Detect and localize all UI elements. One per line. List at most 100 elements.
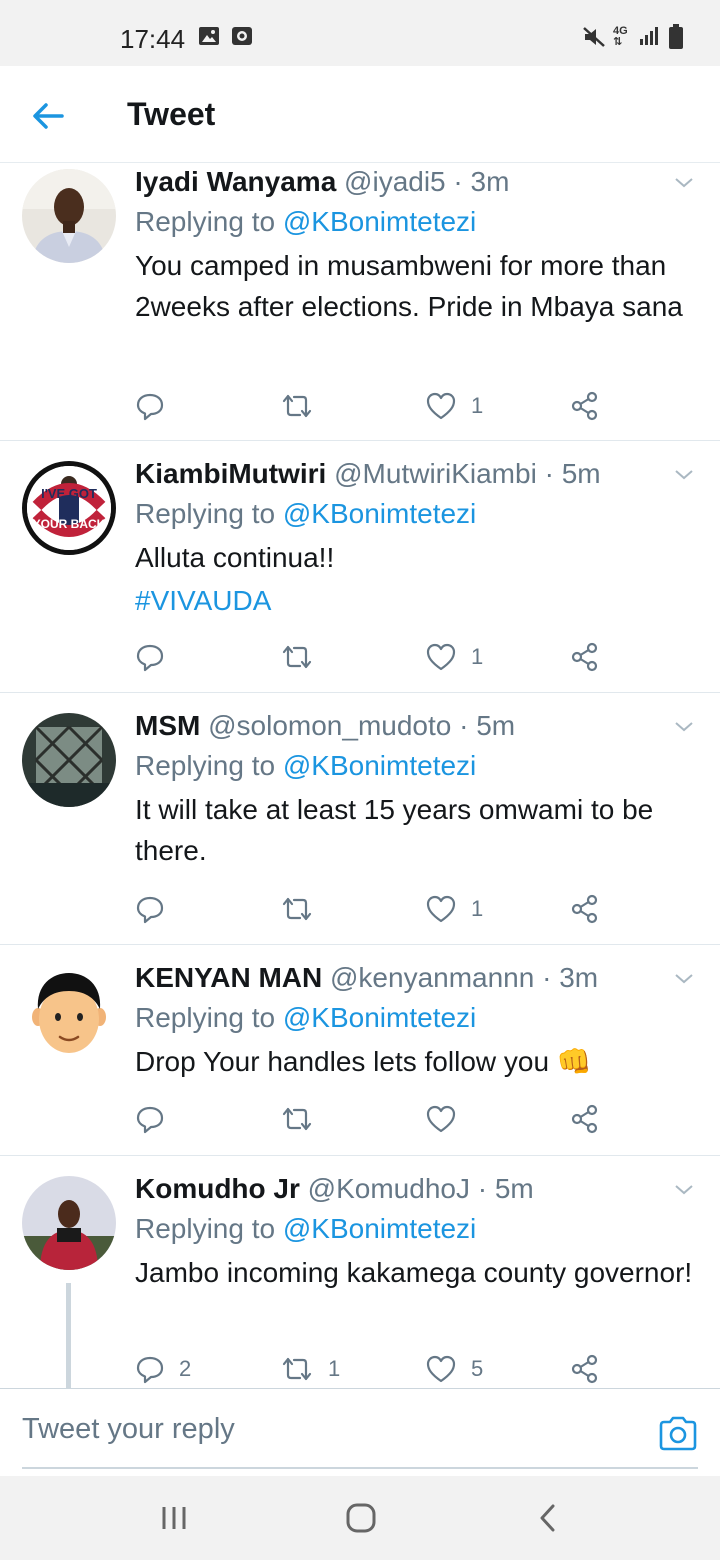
tweet-content: KiambiMutwiri @MutwiriKiambi · 5m Replyi…: [135, 455, 700, 621]
share-icon: [571, 391, 598, 421]
avatar[interactable]: [22, 169, 116, 263]
avatar[interactable]: I'VE GOT YOUR BACK: [22, 461, 116, 555]
retweet-icon: [282, 1107, 312, 1131]
mention-link[interactable]: @KBonimtetezi: [283, 206, 476, 237]
network-type: 4G ⇅: [613, 25, 628, 48]
reply-feed[interactable]: Iyadi Wanyama @iyadi5 · 3m Replying to @…: [0, 163, 720, 1388]
author-name[interactable]: KiambiMutwiri: [135, 458, 326, 489]
mute-icon: [583, 27, 605, 47]
reply-input[interactable]: Tweet your reply: [22, 1413, 235, 1446]
share-button[interactable]: [570, 386, 600, 426]
tweet-card[interactable]: Komudho Jr @KomudhoJ · 5m Replying to @K…: [0, 1156, 720, 1388]
tweet-card[interactable]: MSM @solomon_mudoto · 5m Replying to @KB…: [0, 693, 720, 945]
reply-icon: [136, 1356, 164, 1384]
tweet-actions: [135, 1099, 615, 1139]
tweet-time: 5m: [476, 710, 516, 741]
author-name[interactable]: Komudho Jr: [135, 1173, 300, 1204]
replying-to: Replying to @KBonimtetezi: [135, 498, 477, 529]
author-handle[interactable]: @solomon_mudoto: [208, 710, 451, 741]
status-bar: 17:44 4G ⇅: [0, 0, 720, 66]
author-name[interactable]: MSM: [135, 710, 200, 741]
like-button[interactable]: [425, 1099, 471, 1139]
tweet-text: You camped in musambweni for more than 2…: [135, 250, 683, 322]
chevron-down-icon[interactable]: [672, 967, 696, 991]
retweet-button[interactable]: [280, 889, 328, 929]
top-app-bar: Tweet: [0, 66, 720, 163]
share-button[interactable]: [570, 1099, 600, 1139]
like-button[interactable]: 1: [425, 386, 483, 426]
author-handle[interactable]: @iyadi5: [344, 166, 446, 197]
like-button[interactable]: 1: [425, 889, 483, 929]
tweet-meta: MSM @solomon_mudoto · 5m: [135, 710, 516, 741]
chevron-down-icon[interactable]: [672, 463, 696, 487]
share-icon: [571, 1104, 598, 1134]
share-button[interactable]: [570, 1349, 600, 1388]
author-name[interactable]: KENYAN MAN: [135, 962, 322, 993]
author-name[interactable]: Iyadi Wanyama: [135, 166, 336, 197]
reply-button[interactable]: 2: [135, 1349, 191, 1388]
reply-icon: [136, 644, 164, 672]
tweet-content: MSM @solomon_mudoto · 5m Replying to @KB…: [135, 707, 700, 871]
tweet-card[interactable]: Iyadi Wanyama @iyadi5 · 3m Replying to @…: [0, 163, 720, 441]
retweet-button[interactable]: [280, 1099, 328, 1139]
back-icon[interactable]: [529, 1498, 569, 1538]
author-handle[interactable]: @MutwiriKiambi: [334, 458, 537, 489]
image-icon: [199, 27, 219, 45]
tweet-meta: Iyadi Wanyama @iyadi5 · 3m: [135, 166, 510, 197]
like-button[interactable]: 1: [425, 637, 483, 677]
mention-link[interactable]: @KBonimtetezi: [283, 498, 476, 529]
tweet-card[interactable]: I'VE GOT YOUR BACK KiambiMutwiri @Mutwir…: [0, 441, 720, 693]
tweet-time: 5m: [494, 1173, 534, 1204]
tweet-text: Drop Your handles lets follow you 👊: [135, 1046, 592, 1077]
reply-icon: [136, 393, 164, 421]
replying-to: Replying to @KBonimtetezi: [135, 1213, 477, 1244]
like-count: 5: [471, 1356, 484, 1381]
tweet-card[interactable]: KENYAN MAN @kenyanmannn · 3m Replying to…: [0, 945, 720, 1156]
arrow-left-icon[interactable]: [28, 96, 68, 136]
chevron-down-icon[interactable]: [672, 715, 696, 739]
like-count: 1: [471, 644, 484, 669]
reply-button[interactable]: [135, 1099, 179, 1139]
retweet-count: 1: [328, 1356, 341, 1381]
camera-icon[interactable]: [658, 1415, 698, 1451]
author-handle[interactable]: @KomudhoJ: [308, 1173, 470, 1204]
chevron-down-icon[interactable]: [672, 171, 696, 195]
reply-composer: Tweet your reply: [0, 1388, 720, 1476]
tweet-time: 3m: [559, 962, 599, 993]
retweet-button[interactable]: [280, 637, 328, 677]
retweet-icon: [282, 394, 312, 418]
reply-button[interactable]: [135, 386, 179, 426]
mention-link[interactable]: @KBonimtetezi: [283, 1213, 476, 1244]
author-handle[interactable]: @kenyanmannn: [330, 962, 534, 993]
like-button[interactable]: 5: [425, 1349, 483, 1388]
heart-icon: [426, 643, 456, 671]
tweet-time: 3m: [470, 166, 510, 197]
home-icon[interactable]: [341, 1498, 381, 1538]
reply-button[interactable]: [135, 637, 179, 677]
tweet-actions: 1: [135, 386, 615, 426]
avatar[interactable]: [22, 713, 116, 807]
avatar[interactable]: [22, 965, 116, 1059]
system-nav-bar: [0, 1476, 720, 1560]
tweet-actions: 1: [135, 889, 615, 929]
signal-icon: [640, 27, 658, 45]
retweet-button[interactable]: [280, 386, 328, 426]
replying-to: Replying to @KBonimtetezi: [135, 1002, 477, 1033]
mention-link[interactable]: @KBonimtetezi: [283, 1002, 476, 1033]
tweet-meta: KENYAN MAN @kenyanmannn · 3m: [135, 962, 599, 993]
hashtag-link[interactable]: #VIVAUDA: [135, 580, 700, 621]
share-button[interactable]: [570, 637, 600, 677]
reply-button[interactable]: [135, 889, 179, 929]
share-icon: [571, 642, 598, 672]
share-icon: [571, 1354, 598, 1384]
chevron-down-icon[interactable]: [672, 1178, 696, 1202]
mention-link[interactable]: @KBonimtetezi: [283, 750, 476, 781]
recent-apps-icon[interactable]: [155, 1498, 195, 1538]
tweet-text: Jambo incoming kakamega county governor!: [135, 1257, 693, 1288]
retweet-button[interactable]: 1: [280, 1349, 340, 1388]
avatar[interactable]: [22, 1176, 116, 1270]
share-button[interactable]: [570, 889, 600, 929]
tweet-meta: Komudho Jr @KomudhoJ · 5m: [135, 1173, 534, 1204]
share-icon: [571, 894, 598, 924]
heart-icon: [426, 895, 456, 923]
